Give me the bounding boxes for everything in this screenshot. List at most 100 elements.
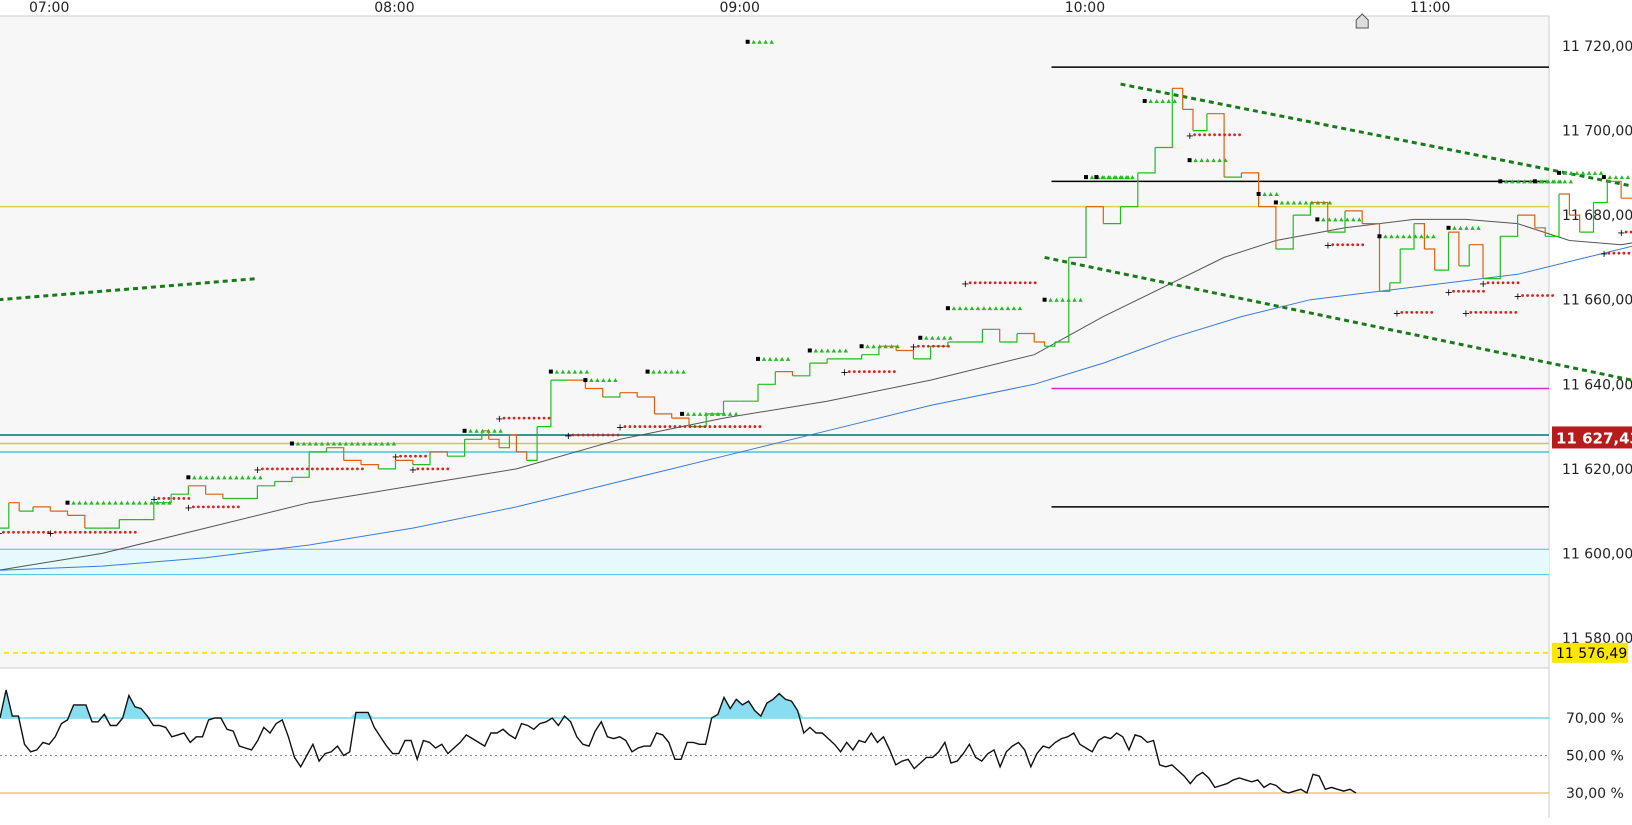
support-mark bbox=[684, 425, 687, 428]
support-mark bbox=[1502, 281, 1505, 284]
support-mark-start: + bbox=[46, 528, 54, 539]
support-mark bbox=[1218, 133, 1221, 136]
support-mark bbox=[853, 370, 856, 373]
support-mark bbox=[602, 434, 605, 437]
support-mark bbox=[523, 417, 526, 420]
support-mark bbox=[513, 417, 516, 420]
support-mark bbox=[1484, 311, 1487, 314]
support-mark bbox=[1612, 252, 1615, 255]
support-mark bbox=[1208, 133, 1211, 136]
support-mark bbox=[286, 467, 289, 470]
support-mark bbox=[1405, 311, 1408, 314]
support-mark bbox=[937, 345, 940, 348]
support-mark bbox=[634, 425, 637, 428]
support-mark bbox=[974, 281, 977, 284]
resistance-mark bbox=[1569, 179, 1573, 183]
support-mark bbox=[508, 417, 511, 420]
y-tick-label: 11 660,00 bbox=[1562, 293, 1632, 309]
support-mark bbox=[129, 531, 132, 534]
support-mark bbox=[1472, 290, 1475, 293]
support-mark bbox=[1492, 281, 1495, 284]
support-mark bbox=[989, 281, 992, 284]
resistance-mark-start bbox=[1274, 200, 1278, 204]
chart-canvas[interactable]: 07:0008:0009:0010:0011:0011 580,0011 600… bbox=[0, 0, 1632, 821]
support-mark bbox=[341, 467, 344, 470]
support-mark bbox=[1430, 311, 1433, 314]
support-mark bbox=[739, 425, 742, 428]
support-mark bbox=[969, 281, 972, 284]
resistance-mark-start bbox=[918, 336, 922, 340]
support-mark bbox=[669, 425, 672, 428]
support-mark bbox=[192, 506, 195, 509]
support-mark-start: + bbox=[409, 465, 417, 476]
support-mark-start: + bbox=[564, 431, 572, 442]
support-mark bbox=[1213, 133, 1216, 136]
x-tick-label: 08:00 bbox=[374, 0, 414, 16]
support-mark bbox=[719, 425, 722, 428]
support-mark bbox=[22, 531, 25, 534]
resistance-mark-start bbox=[860, 344, 864, 348]
support-mark bbox=[1019, 281, 1022, 284]
support-mark bbox=[868, 370, 871, 373]
support-mark bbox=[109, 531, 112, 534]
support-mark bbox=[266, 467, 269, 470]
support-mark bbox=[202, 506, 205, 509]
support-mark bbox=[528, 417, 531, 420]
support-mark bbox=[1034, 281, 1037, 284]
support-mark bbox=[1415, 311, 1418, 314]
support-mark bbox=[261, 467, 264, 470]
support-mark bbox=[1410, 311, 1413, 314]
support-mark bbox=[351, 467, 354, 470]
support-mark bbox=[94, 531, 97, 534]
resistance-mark bbox=[1593, 171, 1597, 175]
support-mark bbox=[533, 417, 536, 420]
support-mark bbox=[759, 425, 762, 428]
resistance-mark-start bbox=[463, 429, 467, 433]
support-mark bbox=[1351, 243, 1354, 246]
support-mark bbox=[207, 506, 210, 509]
support-mark bbox=[336, 467, 339, 470]
support-mark bbox=[356, 467, 359, 470]
support-mark bbox=[424, 455, 427, 458]
resistance-mark-start bbox=[1043, 298, 1047, 302]
support-mark bbox=[674, 425, 677, 428]
support-mark bbox=[538, 417, 541, 420]
support-mark-start: + bbox=[150, 494, 158, 505]
support-mark bbox=[74, 531, 77, 534]
support-mark bbox=[217, 506, 220, 509]
support-mark-start: + bbox=[909, 342, 917, 353]
support-mark bbox=[694, 425, 697, 428]
support-mark-start: + bbox=[1617, 228, 1625, 239]
support-mark bbox=[1457, 290, 1460, 293]
support-mark bbox=[1331, 243, 1334, 246]
x-tick-label: 09:00 bbox=[720, 0, 760, 16]
support-mark-start: + bbox=[616, 423, 624, 434]
support-mark bbox=[431, 467, 434, 470]
support-mark bbox=[114, 531, 117, 534]
support-mark bbox=[134, 531, 137, 534]
support-mark bbox=[271, 467, 274, 470]
support-mark bbox=[888, 370, 891, 373]
support-mark-start: + bbox=[1445, 287, 1453, 298]
price-step bbox=[1594, 181, 1608, 202]
x-tick-label: 11:00 bbox=[1410, 0, 1450, 16]
support-mark bbox=[893, 370, 896, 373]
support-mark bbox=[714, 425, 717, 428]
support-mark bbox=[1425, 311, 1428, 314]
support-mark bbox=[1489, 311, 1492, 314]
current-price-label: 11 627,43 bbox=[1556, 429, 1632, 447]
stock-chart[interactable]: 07:0008:0009:0010:0011:0011 580,0011 600… bbox=[0, 0, 1632, 821]
support-mark bbox=[1400, 311, 1403, 314]
support-mark bbox=[1223, 133, 1226, 136]
support-mark bbox=[306, 467, 309, 470]
support-mark bbox=[311, 467, 314, 470]
support-mark bbox=[27, 531, 30, 534]
support-mark bbox=[639, 425, 642, 428]
support-mark bbox=[1014, 281, 1017, 284]
support-mark bbox=[296, 467, 299, 470]
support-mark bbox=[704, 425, 707, 428]
support-mark bbox=[237, 506, 240, 509]
support-mark bbox=[927, 345, 930, 348]
support-mark bbox=[436, 467, 439, 470]
support-mark bbox=[1627, 252, 1630, 255]
